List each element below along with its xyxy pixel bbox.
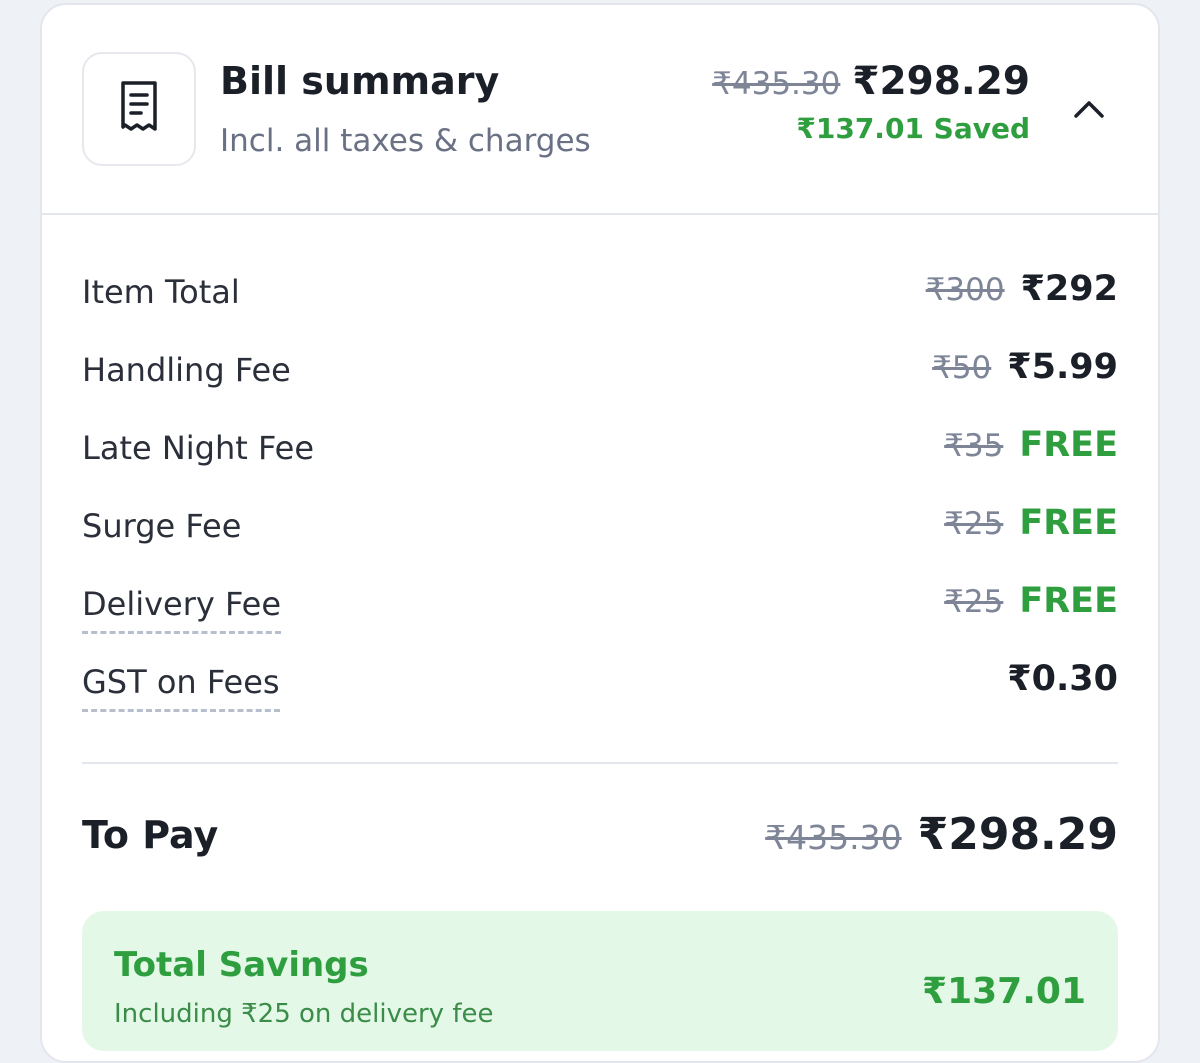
row-value: ₹50 ₹5.99 [932,347,1118,387]
row-amount: ₹292 [1020,269,1118,309]
row-original-amount: ₹300 [925,272,1005,308]
row-original-amount: ₹50 [932,350,992,386]
to-pay-label: To Pay [82,813,219,857]
row-original-amount: ₹25 [944,506,1004,542]
bill-summary-header[interactable]: Bill summary Incl. all taxes & charges ₹… [42,5,1158,215]
row-amount-free: FREE [1019,581,1118,621]
row-delivery-fee: Delivery Fee ₹25 FREE [82,565,1118,643]
row-amount-free: FREE [1019,425,1118,465]
row-label: Handling Fee [82,351,291,389]
chevron-up-icon [1072,98,1106,124]
row-value: ₹300 ₹292 [926,269,1118,309]
header-total: ₹298.29 [852,59,1030,104]
row-handling-fee: Handling Fee ₹50 ₹5.99 [82,331,1118,409]
row-value: ₹25 FREE [944,581,1118,621]
delivery-fee-info-link[interactable]: Delivery Fee [82,585,282,634]
row-original-amount: ₹35 [944,428,1004,464]
row-surge-fee: Surge Fee ₹25 FREE [82,487,1118,565]
row-label: Item Total [82,273,240,311]
to-pay-amount: ₹298.29 [917,809,1118,860]
collapse-toggle-button[interactable] [1066,91,1112,131]
header-original-total: ₹435.30 [712,66,841,102]
row-amount: ₹5.99 [1007,347,1118,387]
to-pay-original-amount: ₹435.30 [765,818,902,857]
fee-rows: Item Total ₹300 ₹292 Handling Fee ₹50 ₹5.9… [82,253,1118,721]
receipt-icon [115,79,163,139]
total-savings-title: Total Savings [114,945,369,985]
row-label: Late Night Fee [82,429,315,467]
row-original-amount: ₹25 [944,584,1004,620]
row-late-night-fee: Late Night Fee ₹35 FREE [82,409,1118,487]
header-amounts: ₹435.30 ₹298.29 ₹137.01 Saved [712,59,1030,145]
row-value: ₹0.30 [1007,659,1118,699]
row-amount: ₹0.30 [1007,659,1118,699]
divider [82,762,1118,764]
to-pay-value: ₹435.30 ₹298.29 [765,809,1118,860]
row-value: ₹35 FREE [944,425,1118,465]
row-gst-on-fees: GST on Fees ₹0.30 [82,643,1118,721]
bill-summary-subtitle: Incl. all taxes & charges [220,123,591,159]
row-label: Surge Fee [82,507,242,545]
receipt-icon-box [82,52,196,166]
bill-summary-title: Bill summary [220,59,500,103]
bill-summary-card: Bill summary Incl. all taxes & charges ₹… [40,3,1160,1063]
row-value: ₹25 FREE [944,503,1118,543]
header-saved-amount: ₹137.01 Saved [796,112,1030,145]
row-amount-free: FREE [1019,503,1118,543]
total-savings-amount: ₹137.01 [922,971,1086,1012]
total-savings-subtitle: Including ₹25 on delivery fee [114,999,494,1029]
total-savings-banner: Total Savings Including ₹25 on delivery … [82,911,1118,1051]
row-item-total: Item Total ₹300 ₹292 [82,253,1118,331]
gst-on-fees-info-link[interactable]: GST on Fees [82,663,280,712]
